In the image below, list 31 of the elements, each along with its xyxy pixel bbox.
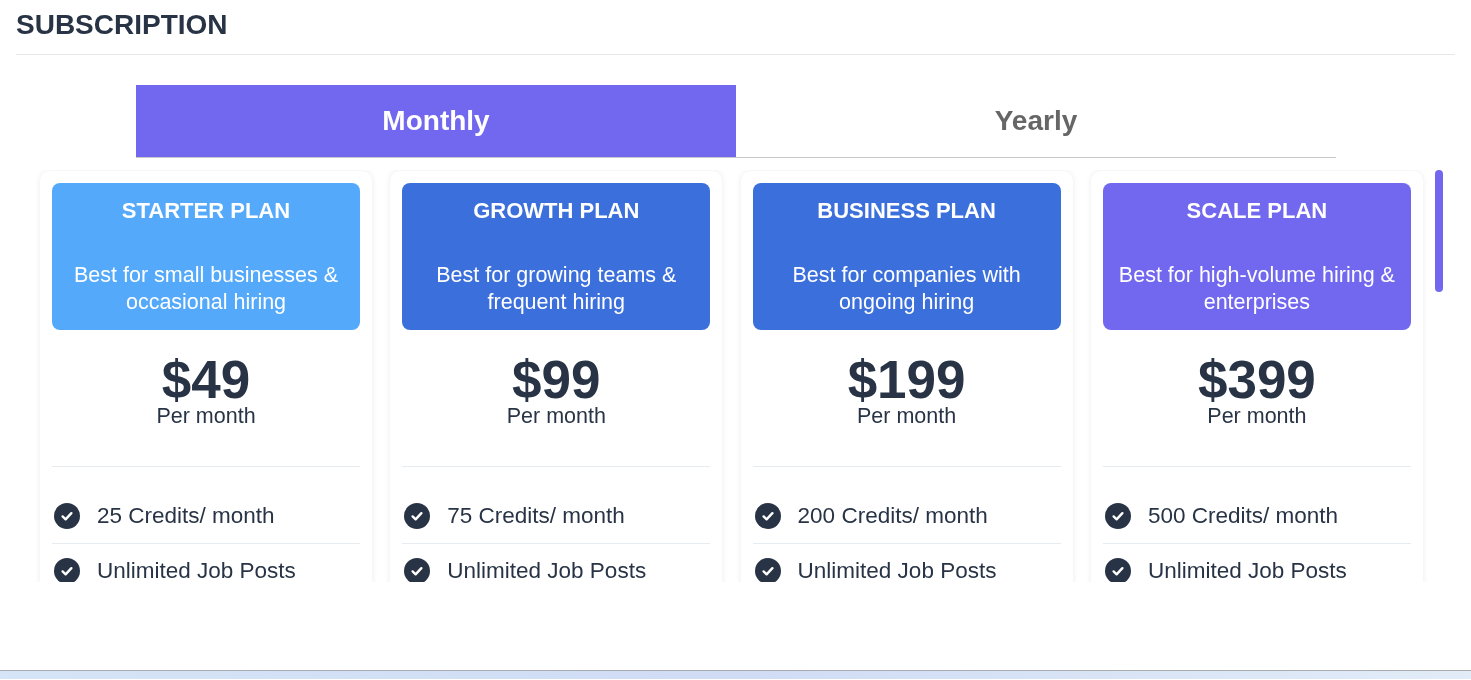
plan-price: $49 — [161, 356, 251, 404]
plan-description: Best for high-volume hiring & enterprises — [1117, 262, 1396, 316]
scrollbar-thumb[interactable] — [1435, 170, 1443, 292]
feature-text: 500 Credits/ month — [1147, 503, 1338, 529]
price-period: Per month — [856, 404, 958, 428]
feature-text: Unlimited Job Posts — [797, 558, 997, 582]
feature-text: 75 Credits/ month — [447, 503, 625, 529]
check-circle-icon — [754, 503, 781, 529]
plan-name: SCALE PLAN — [1185, 197, 1329, 225]
check-circle-icon — [54, 503, 80, 529]
plan-name: STARTER PLAN — [120, 197, 292, 225]
feature-text: 25 Credits/ month — [97, 503, 275, 529]
feature-text: Unlimited Job Posts — [97, 558, 296, 582]
plan-price: $199 — [846, 356, 967, 404]
feature-text: Unlimited Job Posts — [1147, 558, 1347, 582]
price-period: Per month — [1206, 404, 1308, 428]
page-title: SUBSCRIPTION — [16, 9, 228, 41]
billing-tab[interactable]: Monthly — [136, 85, 736, 157]
plan-description: Best for small businesses & occasional hiring — [72, 262, 340, 316]
feature-text: Unlimited Job Posts — [447, 558, 647, 582]
check-circle-icon — [1104, 503, 1131, 529]
price-period: Per month — [155, 404, 257, 428]
feature-text: 200 Credits/ month — [797, 503, 988, 529]
check-circle-icon — [404, 503, 431, 529]
plan-name: GROWTH PLAN — [472, 197, 641, 225]
plan-name: BUSINESS PLAN — [816, 197, 997, 225]
plan-price: $399 — [1196, 356, 1317, 404]
plan-description: Best for growing teams & frequent hiring — [435, 262, 678, 316]
plan-description: Best for companies with ongoing hiring — [791, 262, 1022, 316]
plan-price: $99 — [512, 356, 601, 404]
price-period: Per month — [505, 404, 607, 428]
